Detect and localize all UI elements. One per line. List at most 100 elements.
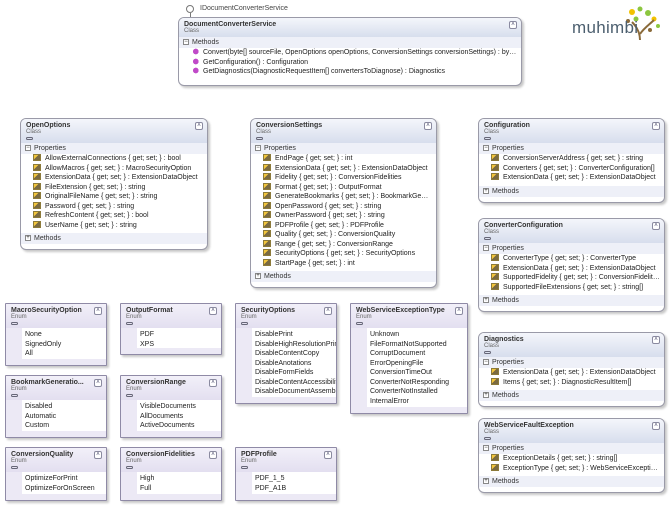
property-item[interactable]: SecurityOptions { get; set; } : Security… <box>251 249 436 259</box>
enum-value[interactable]: VisibleDocuments <box>140 402 221 412</box>
collapse-details-icon[interactable] <box>484 351 491 354</box>
property-item[interactable]: SupportedFidelity { get; set; } : Conver… <box>479 273 664 283</box>
property-item[interactable]: Password { get; set; } : string <box>21 201 207 212</box>
section-methods[interactable]: + Methods <box>21 233 207 244</box>
property-item[interactable]: StartPage { get; set; } : int <box>251 258 436 269</box>
enum-value[interactable]: InternalError <box>370 397 467 407</box>
collapse-button[interactable]: ˄ <box>209 451 217 459</box>
enum-value[interactable]: DisableFormFields <box>255 368 336 378</box>
section-methods[interactable]: + Methods <box>479 476 664 487</box>
collapse-details-icon[interactable] <box>11 394 18 397</box>
collapse-button[interactable]: ˄ <box>652 222 660 230</box>
property-item[interactable]: Fidelity { get; set; } : ConversionFidel… <box>251 173 436 183</box>
enum-value[interactable]: ConverterNotInstalled <box>370 387 467 397</box>
property-item[interactable]: PDFProfile { get; set; } : PDFProfile <box>251 220 436 231</box>
enum-value[interactable]: XPS <box>140 340 221 350</box>
property-item[interactable]: ExtensionData { get; set; } : ExtensionD… <box>479 368 664 378</box>
property-item[interactable]: ExceptionType { get; set; } : WebService… <box>479 463 664 474</box>
collapse-button[interactable]: ˄ <box>509 21 517 29</box>
enum-value[interactable]: Custom <box>25 421 106 431</box>
property-item[interactable]: ExceptionDetails { get; set; } : string[… <box>479 454 664 464</box>
enum-value[interactable]: CorruptDocument <box>370 349 467 359</box>
property-item[interactable]: AllowExternalConnections { get; set; } :… <box>21 154 207 164</box>
enum-value[interactable]: ConversionTimeOut <box>370 368 467 378</box>
collapse-button[interactable]: ˄ <box>94 451 102 459</box>
section-properties[interactable]: − Properties <box>479 357 664 368</box>
collapse-button[interactable]: ˄ <box>324 307 332 315</box>
property-item[interactable]: RefreshContent { get; set; } : bool <box>21 211 207 221</box>
method-item[interactable]: GetDiagnostics(DiagnosticRequestItem[] c… <box>179 67 521 77</box>
property-item[interactable]: Quality { get; set; } : ConversionQualit… <box>251 230 436 240</box>
method-item[interactable]: GetConfiguration() : Configuration <box>179 57 521 68</box>
enum-value[interactable]: FileFormatNotSupported <box>370 340 467 350</box>
collapse-button[interactable]: ˄ <box>324 451 332 459</box>
enum-value[interactable]: PDF <box>140 330 221 340</box>
collapse-button[interactable]: ˄ <box>424 122 432 130</box>
collapse-details-icon[interactable] <box>241 322 248 325</box>
collapse-details-icon[interactable] <box>26 137 33 140</box>
section-methods[interactable]: + Methods <box>251 271 436 282</box>
collapse-button[interactable]: ˄ <box>652 336 660 344</box>
collapse-button[interactable]: ˄ <box>195 122 203 130</box>
enum-value[interactable]: DisableHighResolutionPrint <box>255 340 336 350</box>
property-item[interactable]: ExtensionData { get; set; } : ExtensionD… <box>479 263 664 274</box>
property-item[interactable]: Format { get; set; } : OutputFormat <box>251 182 436 193</box>
enum-value[interactable]: Unknown <box>370 330 467 340</box>
minus-icon[interactable]: − <box>255 145 261 152</box>
collapse-details-icon[interactable] <box>241 466 248 469</box>
plus-icon[interactable]: + <box>255 273 261 280</box>
property-item[interactable]: OwnerPassword { get; set; } : string <box>251 211 436 221</box>
section-properties[interactable]: − Properties <box>479 443 664 454</box>
collapse-button[interactable]: ˄ <box>652 422 660 430</box>
collapse-button[interactable]: ˄ <box>209 307 217 315</box>
plus-icon[interactable]: + <box>483 478 489 485</box>
enum-value[interactable]: DisablePrint <box>255 330 336 340</box>
property-item[interactable]: UserName { get; set; } : string <box>21 220 207 231</box>
enum-value[interactable]: PDF_1_5 <box>255 474 336 484</box>
property-item[interactable]: ExtensionData { get; set; } : ExtensionD… <box>21 173 207 183</box>
enum-value[interactable]: Disabled <box>25 402 106 412</box>
collapse-details-icon[interactable] <box>11 322 18 325</box>
collapse-button[interactable]: ˄ <box>455 307 463 315</box>
enum-value[interactable]: ActiveDocuments <box>140 421 221 431</box>
minus-icon[interactable]: − <box>183 39 189 46</box>
collapse-details-icon[interactable] <box>484 437 491 440</box>
enum-value[interactable]: DisableDocumentAssembly <box>255 387 336 397</box>
plus-icon[interactable]: + <box>25 235 31 242</box>
enum-value[interactable]: None <box>25 330 106 340</box>
property-item[interactable]: OriginalFileName { get; set; } : string <box>21 192 207 202</box>
enum-value[interactable]: Automatic <box>25 412 106 422</box>
collapse-button[interactable]: ˄ <box>652 122 660 130</box>
section-properties[interactable]: − Properties <box>251 143 436 154</box>
section-methods[interactable]: − Methods <box>179 37 521 48</box>
collapse-details-icon[interactable] <box>126 322 133 325</box>
collapse-details-icon[interactable] <box>484 237 491 240</box>
minus-icon[interactable]: − <box>483 359 489 366</box>
section-methods[interactable]: + Methods <box>479 295 664 306</box>
minus-icon[interactable]: − <box>483 245 489 252</box>
property-item[interactable]: EndPage { get; set; } : int <box>251 154 436 164</box>
plus-icon[interactable]: + <box>483 297 489 304</box>
section-methods[interactable]: + Methods <box>479 390 664 401</box>
property-item[interactable]: Converters { get; set; } : ConverterConf… <box>479 163 664 174</box>
property-item[interactable]: ExtensionData { get; set; } : ExtensionD… <box>251 163 436 174</box>
section-properties[interactable]: − Properties <box>21 143 207 154</box>
enum-value[interactable]: AllDocuments <box>140 412 221 422</box>
enum-value[interactable]: DisableAnotations <box>255 359 336 369</box>
plus-icon[interactable]: + <box>483 187 489 194</box>
enum-value[interactable]: OptimizeForPrint <box>25 474 106 484</box>
collapse-details-icon[interactable] <box>484 137 491 140</box>
minus-icon[interactable]: − <box>25 145 31 152</box>
enum-value[interactable]: ErrorOpeningFile <box>370 359 467 369</box>
collapse-details-icon[interactable] <box>11 466 18 469</box>
property-item[interactable]: Items { get; set; } : DiagnosticResultIt… <box>479 377 664 388</box>
property-item[interactable]: AllowMacros { get; set; } : MacroSecurit… <box>21 163 207 174</box>
collapse-button[interactable]: ˄ <box>94 379 102 387</box>
enum-value[interactable]: High <box>140 474 221 484</box>
property-item[interactable]: FileExtension { get; set; } : string <box>21 182 207 193</box>
method-item[interactable]: Convert(byte[] sourceFile, OpenOptions o… <box>179 48 521 58</box>
collapse-details-icon[interactable] <box>256 137 263 140</box>
enum-value[interactable]: OptimizeForOnScreen <box>25 484 106 494</box>
plus-icon[interactable]: + <box>483 392 489 399</box>
enum-value[interactable]: DisableContentAccessibility <box>255 378 336 388</box>
